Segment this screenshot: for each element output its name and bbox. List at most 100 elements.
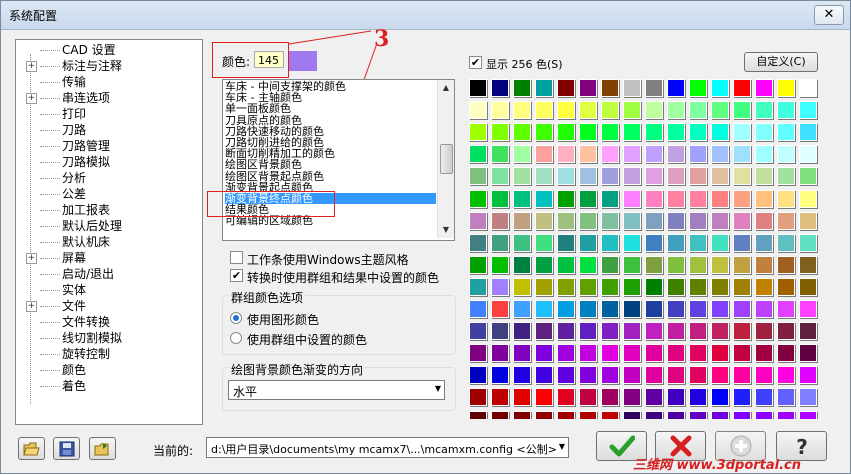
palette-swatch[interactable] xyxy=(469,189,487,208)
palette-swatch[interactable] xyxy=(601,344,619,363)
palette-swatch[interactable] xyxy=(733,322,751,341)
palette-swatch[interactable] xyxy=(733,101,751,120)
palette-swatch[interactable] xyxy=(601,388,619,407)
palette-swatch[interactable] xyxy=(667,388,685,407)
palette-swatch[interactable] xyxy=(799,167,817,186)
list-item[interactable]: 绘图区背景颜色 xyxy=(225,159,302,170)
palette-swatch[interactable] xyxy=(733,189,751,208)
tree-item[interactable]: 公差 xyxy=(16,186,196,202)
palette-swatch[interactable] xyxy=(799,145,817,164)
gradient-direction-select[interactable]: 水平 ▼ xyxy=(228,380,445,400)
palette-swatch[interactable] xyxy=(755,300,773,318)
palette-swatch[interactable] xyxy=(777,255,795,274)
palette-swatch[interactable] xyxy=(579,233,597,252)
palette-swatch[interactable] xyxy=(513,101,531,120)
palette-swatch[interactable] xyxy=(645,211,663,230)
palette-swatch[interactable] xyxy=(491,277,509,296)
palette-swatch[interactable] xyxy=(799,123,817,142)
palette-swatch[interactable] xyxy=(535,145,553,164)
palette-swatch[interactable] xyxy=(557,233,575,252)
palette-swatch[interactable] xyxy=(513,366,531,385)
palette-swatch[interactable] xyxy=(755,79,773,97)
palette-swatch[interactable] xyxy=(711,189,729,208)
palette-swatch[interactable] xyxy=(579,145,597,164)
palette-swatch[interactable] xyxy=(513,79,531,97)
palette-swatch[interactable] xyxy=(535,123,553,142)
palette-swatch[interactable] xyxy=(667,79,685,97)
palette-swatch[interactable] xyxy=(557,344,575,363)
palette-swatch[interactable] xyxy=(601,211,619,230)
palette-swatch[interactable] xyxy=(557,277,575,296)
palette-swatch[interactable] xyxy=(777,211,795,230)
palette-swatch[interactable] xyxy=(667,211,685,230)
tree-item[interactable]: 文件转换 xyxy=(16,314,196,330)
palette-swatch[interactable] xyxy=(799,322,817,341)
palette-swatch[interactable] xyxy=(513,388,531,407)
palette-swatch[interactable] xyxy=(799,101,817,120)
palette-swatch[interactable] xyxy=(645,344,663,363)
palette-swatch[interactable] xyxy=(601,189,619,208)
list-item[interactable]: 可编辑的区域颜色 xyxy=(225,215,313,226)
custom-color-button[interactable]: 自定义(C) xyxy=(744,52,818,72)
palette-swatch[interactable] xyxy=(799,300,817,318)
palette-swatch[interactable] xyxy=(491,233,509,252)
palette-swatch[interactable] xyxy=(535,277,553,296)
windows-theme-checkbox[interactable] xyxy=(230,251,243,264)
palette-swatch[interactable] xyxy=(799,410,817,419)
palette-swatch[interactable] xyxy=(733,277,751,296)
palette-swatch[interactable] xyxy=(799,366,817,385)
palette-swatch[interactable] xyxy=(579,101,597,120)
tree-item[interactable]: 线切割模拟 xyxy=(16,330,196,346)
palette-swatch[interactable] xyxy=(535,388,553,407)
palette-swatch[interactable] xyxy=(579,410,597,419)
palette-swatch[interactable] xyxy=(645,366,663,385)
palette-swatch[interactable] xyxy=(469,79,487,97)
tree-item[interactable]: 加工报表 xyxy=(16,202,196,218)
palette-swatch[interactable] xyxy=(645,101,663,120)
palette-swatch[interactable] xyxy=(513,410,531,419)
tree-item[interactable]: 颜色 xyxy=(16,362,196,378)
palette-swatch[interactable] xyxy=(623,344,641,363)
palette-swatch[interactable] xyxy=(711,366,729,385)
palette-swatch[interactable] xyxy=(469,366,487,385)
palette-swatch[interactable] xyxy=(535,167,553,186)
palette-swatch[interactable] xyxy=(711,211,729,230)
palette-swatch[interactable] xyxy=(513,189,531,208)
palette-swatch[interactable] xyxy=(557,366,575,385)
palette-swatch[interactable] xyxy=(777,167,795,186)
palette-swatch[interactable] xyxy=(645,167,663,186)
palette-swatch[interactable] xyxy=(711,300,729,318)
scroll-down-icon[interactable]: ▼ xyxy=(438,222,454,238)
palette-swatch[interactable] xyxy=(623,123,641,142)
palette-swatch[interactable] xyxy=(491,322,509,341)
tree-item[interactable]: CAD 设置 xyxy=(16,42,196,58)
palette-swatch[interactable] xyxy=(535,300,553,318)
palette-swatch[interactable] xyxy=(601,233,619,252)
palette-swatch[interactable] xyxy=(469,167,487,186)
palette-swatch[interactable] xyxy=(733,145,751,164)
palette-swatch[interactable] xyxy=(601,322,619,341)
palette-swatch[interactable] xyxy=(535,255,553,274)
palette-swatch[interactable] xyxy=(579,123,597,142)
palette-swatch[interactable] xyxy=(733,255,751,274)
tree-item[interactable]: + 文件 xyxy=(16,298,196,314)
palette-swatch[interactable] xyxy=(689,366,707,385)
palette-swatch[interactable] xyxy=(513,277,531,296)
save-config-button[interactable] xyxy=(53,437,80,460)
palette-swatch[interactable] xyxy=(557,388,575,407)
palette-swatch[interactable] xyxy=(623,300,641,318)
palette-swatch[interactable] xyxy=(667,344,685,363)
palette-swatch[interactable] xyxy=(711,277,729,296)
palette-swatch[interactable] xyxy=(799,189,817,208)
palette-swatch[interactable] xyxy=(777,277,795,296)
palette-swatch[interactable] xyxy=(799,344,817,363)
palette-swatch[interactable] xyxy=(557,410,575,419)
palette-swatch[interactable] xyxy=(667,300,685,318)
palette-swatch[interactable] xyxy=(513,145,531,164)
palette-swatch[interactable] xyxy=(513,211,531,230)
palette-swatch[interactable] xyxy=(711,255,729,274)
palette-swatch[interactable] xyxy=(733,79,751,97)
palette-swatch[interactable] xyxy=(623,322,641,341)
palette-swatch[interactable] xyxy=(579,167,597,186)
palette-swatch[interactable] xyxy=(711,101,729,120)
